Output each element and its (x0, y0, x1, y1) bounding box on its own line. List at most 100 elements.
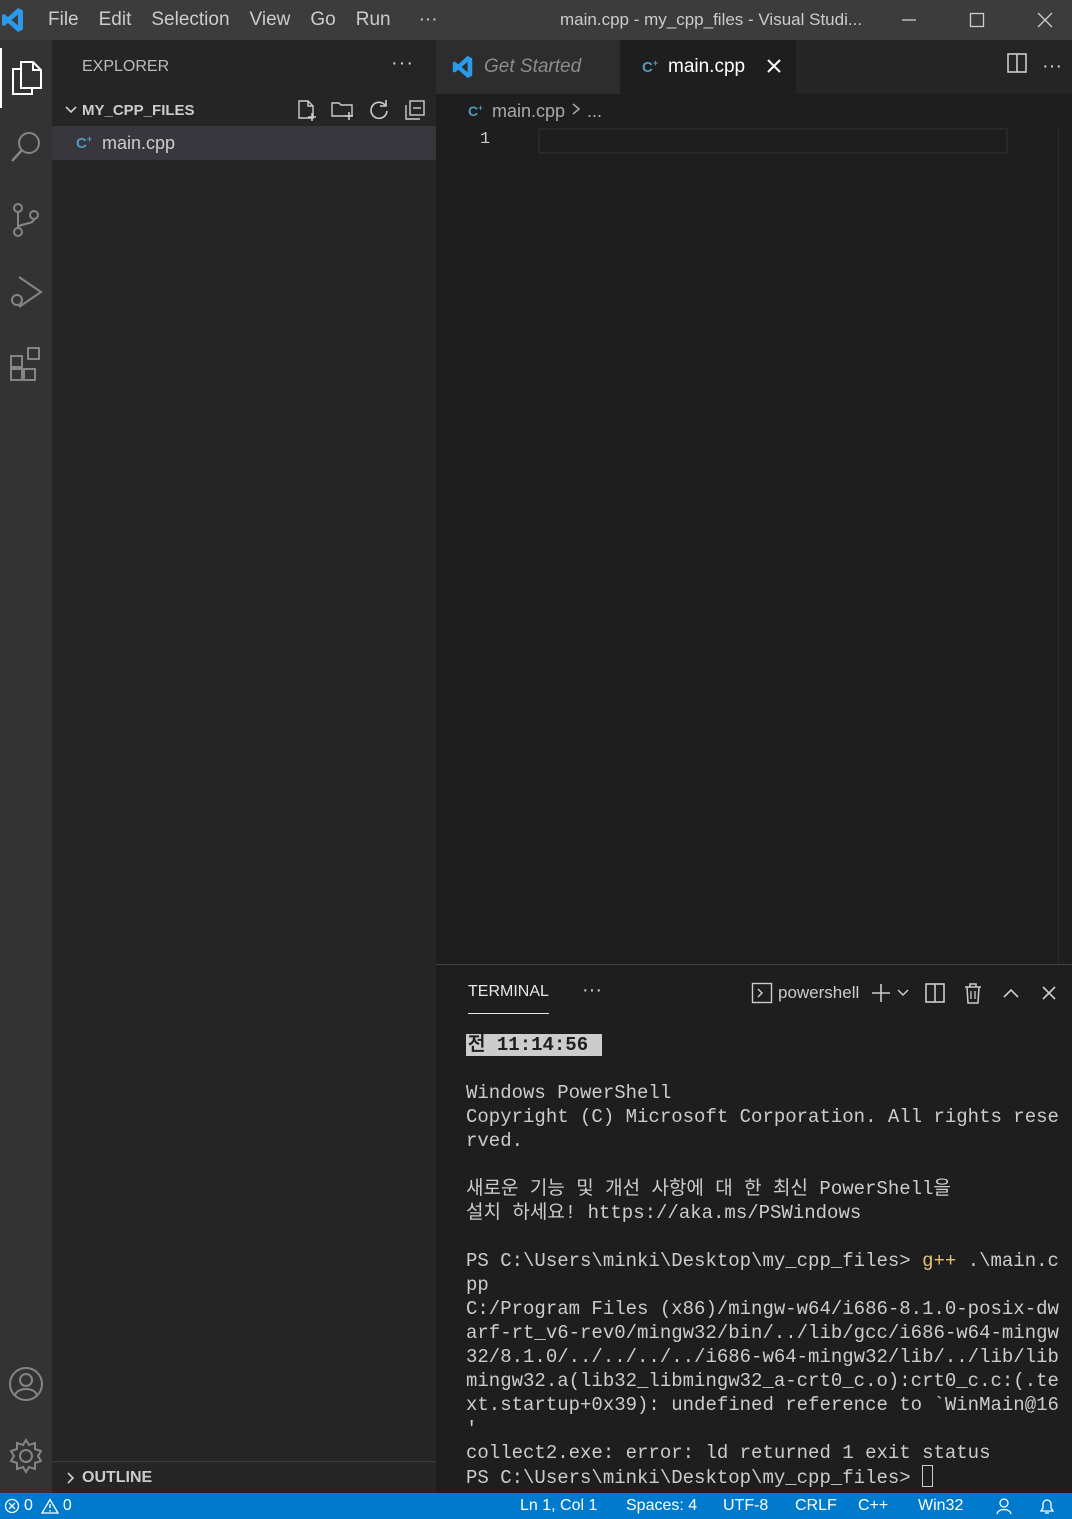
terminal-line: xt.startup+0x39): undefined reference to… (466, 1394, 1059, 1416)
line-ending[interactable]: CRLF (795, 1493, 837, 1519)
close-tab-button[interactable] (762, 54, 786, 78)
line-number: 1 (480, 130, 491, 149)
platform[interactable]: Win32 (918, 1493, 963, 1519)
editor-scrollbar[interactable] (1058, 128, 1072, 964)
cpp-file-icon: C+ (468, 103, 483, 119)
plus-icon (872, 984, 891, 1002)
run-debug-icon (11, 276, 43, 308)
split-terminal-button[interactable] (921, 979, 949, 1007)
warning-count: 0 (62, 1497, 72, 1514)
terminal-line: ' (466, 1418, 478, 1440)
panel-header: TERMINAL ··· powershell (436, 965, 1072, 1021)
menu-view[interactable]: View (240, 0, 301, 40)
terminal-prompt-line: PS C:\Users\minki\Desktop\my_cpp_files> (466, 1465, 1046, 1490)
search-icon (11, 132, 40, 162)
terminal-dropdown-button[interactable] (895, 979, 911, 1007)
menu-selection[interactable]: Selection (141, 0, 239, 40)
panel-more-button[interactable]: ··· (582, 979, 602, 1002)
extensions-activity-button[interactable] (0, 334, 52, 394)
breadcrumb-symbols[interactable]: ... (587, 101, 602, 122)
new-terminal-button[interactable] (869, 979, 893, 1007)
trash-icon (965, 983, 982, 1004)
menu-run[interactable]: Run (346, 0, 401, 40)
collapse-all-button[interactable] (400, 95, 430, 125)
search-activity-button[interactable] (0, 118, 52, 178)
refresh-button[interactable] (364, 95, 394, 125)
split-editor-button[interactable] (1006, 52, 1028, 79)
menu-edit[interactable]: Edit (89, 0, 142, 40)
new-file-button[interactable] (292, 95, 322, 125)
outline-section-header[interactable]: OUTLINE (52, 1461, 436, 1493)
explorer-more-button[interactable]: ··· (391, 52, 414, 75)
account-icon (9, 1367, 43, 1401)
maximize-panel-button[interactable] (997, 979, 1025, 1007)
indentation[interactable]: Spaces: 4 (626, 1493, 697, 1519)
split-editor-icon (1007, 53, 1027, 73)
minimize-button[interactable] (876, 0, 942, 40)
editor-more-button[interactable]: ··· (1042, 55, 1062, 77)
code-editor[interactable]: 1 (436, 128, 1072, 964)
run-debug-activity-button[interactable] (0, 262, 52, 322)
breadcrumb-file[interactable]: main.cpp (492, 101, 565, 122)
terminal-output[interactable]: 전 11:14:56 Windows PowerShell Copyright (… (466, 1033, 1059, 1490)
source-control-activity-button[interactable] (0, 190, 52, 250)
cursor-position[interactable]: Ln 1, Col 1 (520, 1493, 597, 1519)
kill-terminal-button[interactable] (959, 979, 987, 1007)
notifications-button[interactable] (1038, 1497, 1056, 1519)
collapse-all-icon (405, 100, 425, 120)
language-mode[interactable]: C++ (858, 1493, 888, 1519)
tab-terminal[interactable]: TERMINAL (468, 983, 549, 1014)
close-window-button[interactable] (1012, 0, 1072, 40)
maximize-button[interactable] (944, 0, 1010, 40)
folder-name: MY_CPP_FILES (82, 101, 195, 119)
folder-row[interactable]: MY_CPP_FILES (52, 94, 436, 126)
bell-icon (1039, 1499, 1055, 1514)
new-folder-icon (331, 102, 353, 120)
extensions-icon (10, 347, 40, 381)
minimize-icon (902, 19, 916, 21)
tab-main-cpp[interactable]: C+ main.cpp (620, 40, 796, 94)
tab-label: Get Started (484, 56, 582, 77)
problems-status[interactable]: 0 0 (4, 1493, 72, 1519)
tab-get-started[interactable]: Get Started (436, 40, 620, 94)
menu-more[interactable]: ··· (401, 0, 448, 40)
terminal-shell-name[interactable]: powershell (778, 983, 859, 1003)
new-folder-button[interactable] (328, 95, 358, 125)
feedback-button[interactable] (994, 1497, 1014, 1519)
terminal-line: 새로운 기능 및 개선 사항에 대 한 최신 PowerShell을 (466, 1178, 951, 1200)
breadcrumb: C+ main.cpp ... (436, 94, 1072, 128)
chevron-down-icon (60, 104, 82, 116)
error-count: 0 (24, 1497, 33, 1514)
error-icon (4, 1498, 20, 1514)
outline-title: OUTLINE (82, 1468, 153, 1486)
close-panel-button[interactable] (1035, 979, 1063, 1007)
chevron-right-icon (60, 1471, 82, 1484)
vscode-logo-icon (452, 55, 473, 79)
chevron-right-icon (571, 102, 581, 121)
terminal-line: rved. (466, 1130, 524, 1152)
explorer-sidebar: EXPLORER ··· MY_CPP_FILES C+ main.cpp OU… (52, 40, 436, 1493)
menu-go[interactable]: Go (300, 0, 345, 40)
editor-tabs: Get Started C+ main.cpp ··· (436, 40, 1072, 94)
terminal-line: C:/Program Files (x86)/mingw-w64/i686-8.… (466, 1298, 1059, 1320)
explorer-activity-button[interactable] (0, 48, 52, 108)
manage-activity-button[interactable] (0, 1426, 52, 1486)
terminal-line: Copyright (C) Microsoft Corporation. All… (466, 1106, 1059, 1128)
close-icon (1037, 12, 1053, 28)
status-bar: 0 0 Ln 1, Col 1 Spaces: 4 UTF-8 CRLF C++… (0, 1493, 1072, 1519)
title-bar: File Edit Selection View Go Run ··· main… (0, 0, 1072, 40)
accounts-activity-button[interactable] (0, 1354, 52, 1414)
chevron-down-icon (897, 989, 909, 997)
terminal-line: mingw32.a(lib32_libmingw32_a-crt0_c.o):c… (466, 1370, 1059, 1392)
menu-file[interactable]: File (38, 0, 89, 40)
menu-bar: File Edit Selection View Go Run ··· (38, 0, 448, 40)
encoding[interactable]: UTF-8 (723, 1493, 768, 1519)
terminal-line: 설치 하세요! https://aka.ms/PSWindows (466, 1202, 862, 1224)
terminal-panel: TERMINAL ··· powershell 전 11:14:56 Windo… (436, 964, 1072, 1493)
cpp-file-icon: C+ (642, 58, 659, 76)
split-terminal-icon (925, 983, 946, 1003)
terminal-line: 32/8.1.0/../../../../i686-w64-mingw32/li… (466, 1346, 1059, 1368)
file-item-main-cpp[interactable]: C+ main.cpp (52, 126, 436, 160)
